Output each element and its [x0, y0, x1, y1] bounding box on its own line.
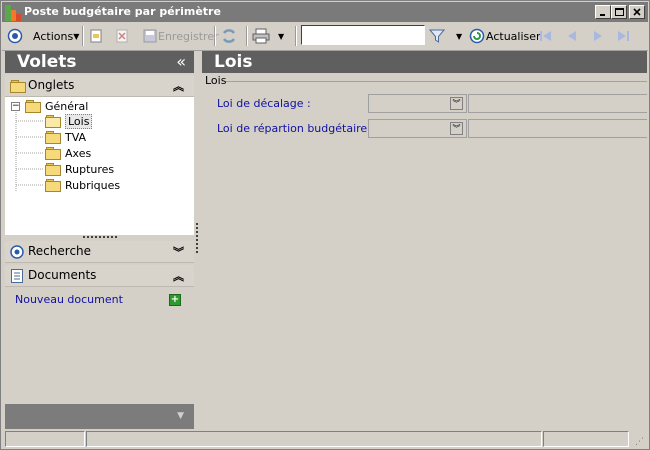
volets-title: Volets	[17, 52, 77, 72]
maximize-button[interactable]	[611, 5, 627, 19]
group-title: Lois	[205, 74, 227, 87]
print-button[interactable]: ▼	[252, 26, 284, 46]
volets-header: Volets «	[5, 51, 194, 73]
actions-icon	[7, 28, 23, 44]
loi-repartition-label: Loi de répartion budgétaire :	[217, 122, 375, 135]
last-icon	[618, 31, 629, 41]
minimize-button[interactable]	[595, 5, 611, 19]
add-icon[interactable]: +	[169, 294, 181, 306]
loi-repartition-select[interactable]: ︾	[368, 119, 467, 138]
toolbar-separator	[295, 26, 297, 46]
refresh-label: Actualiser	[486, 29, 541, 43]
minimize-icon	[600, 14, 605, 16]
folder-icon	[10, 80, 26, 93]
previous-icon	[568, 31, 576, 41]
new-button[interactable]	[88, 26, 104, 46]
chevron-down-icon: ▼	[73, 31, 80, 41]
delete-button[interactable]	[114, 26, 130, 46]
status-bar: ⋰	[2, 429, 648, 449]
loi-decalage-select[interactable]: ︾	[368, 94, 467, 113]
refresh-button[interactable]: Actualiser	[469, 26, 541, 46]
title-bar[interactable]: Poste budgétaire par périmètre	[2, 2, 648, 22]
main-header: Lois	[202, 51, 647, 73]
close-button[interactable]	[629, 5, 645, 19]
status-cell	[5, 431, 85, 447]
toolbar-separator	[214, 26, 216, 46]
chevron-down-icon[interactable]: ︾	[173, 244, 184, 260]
window-title: Poste budgétaire par périmètre	[24, 5, 221, 18]
search-icon	[10, 245, 24, 259]
next-record-button[interactable]	[591, 26, 605, 46]
recherche-label: Recherche	[28, 244, 92, 258]
printer-icon	[252, 28, 270, 44]
chevron-down-icon: ▼	[456, 31, 463, 41]
onglets-label: Onglets	[28, 78, 75, 92]
toolbar-separator	[82, 26, 84, 46]
save-label: Enregistrer	[158, 29, 219, 43]
last-record-button[interactable]	[616, 26, 630, 46]
chevron-down-icon: ▼	[278, 31, 285, 41]
close-icon	[633, 8, 641, 16]
onglets-section-header[interactable]: Onglets ︽	[5, 75, 194, 97]
resize-grip-icon[interactable]: ⋰	[635, 437, 644, 447]
filter-button[interactable]: ▼	[429, 26, 462, 46]
chevron-up-icon[interactable]: ︽	[173, 78, 184, 94]
collapse-pane-icon[interactable]: «	[176, 52, 186, 71]
previous-record-button[interactable]	[565, 26, 579, 46]
sync-button[interactable]	[220, 26, 238, 46]
maximize-icon	[614, 8, 624, 16]
delete-icon	[116, 29, 128, 43]
tabs-tree: − Général Lois TVA Axes Ruptures Rubriqu…	[5, 97, 194, 235]
loi-decalage-label: Loi de décalage :	[217, 97, 311, 110]
recherche-section-header[interactable]: Recherche ︾	[5, 241, 194, 263]
chevron-down-icon[interactable]: ▼	[177, 411, 184, 421]
first-record-button[interactable]	[539, 26, 553, 46]
navigation-pane: Volets « Onglets ︽ − Général Lois TVA Ax…	[5, 51, 194, 429]
filter-icon	[429, 29, 445, 43]
new-document-icon	[90, 29, 102, 43]
save-icon	[143, 29, 157, 43]
group-divider	[226, 81, 647, 82]
actions-label: Actions	[33, 29, 74, 43]
pane-footer[interactable]: ▼	[5, 404, 194, 429]
sync-icon	[222, 29, 236, 43]
loi-repartition-description	[468, 119, 647, 138]
main-window: Poste budgétaire par périmètre Actions ▼…	[0, 0, 650, 450]
first-icon	[540, 31, 551, 41]
status-cell	[543, 431, 629, 447]
new-document-link[interactable]: Nouveau document	[15, 293, 123, 306]
next-icon	[594, 31, 602, 41]
document-icon	[11, 269, 23, 283]
documents-label: Documents	[28, 268, 97, 282]
save-button[interactable]: Enregistrer	[142, 26, 219, 46]
loi-decalage-description	[468, 94, 647, 113]
double-chevron-down-icon[interactable]: ︾	[450, 122, 463, 135]
toolbar: Actions ▼ Enregistrer ▼ ▼ Actualiser	[2, 23, 648, 51]
search-input[interactable]	[301, 25, 425, 45]
actions-menu[interactable]: Actions ▼	[7, 26, 79, 46]
page-title: Lois	[214, 52, 253, 72]
vertical-splitter-handle[interactable]	[196, 223, 200, 253]
chevron-up-icon[interactable]: ︽	[173, 268, 184, 284]
double-chevron-down-icon[interactable]: ︾	[450, 97, 463, 110]
app-icon	[5, 5, 21, 21]
status-cell	[86, 431, 542, 447]
refresh-icon	[469, 28, 485, 44]
tree-lines	[15, 112, 43, 191]
documents-section-header[interactable]: Documents ︽	[5, 265, 194, 287]
toolbar-separator	[246, 26, 248, 46]
